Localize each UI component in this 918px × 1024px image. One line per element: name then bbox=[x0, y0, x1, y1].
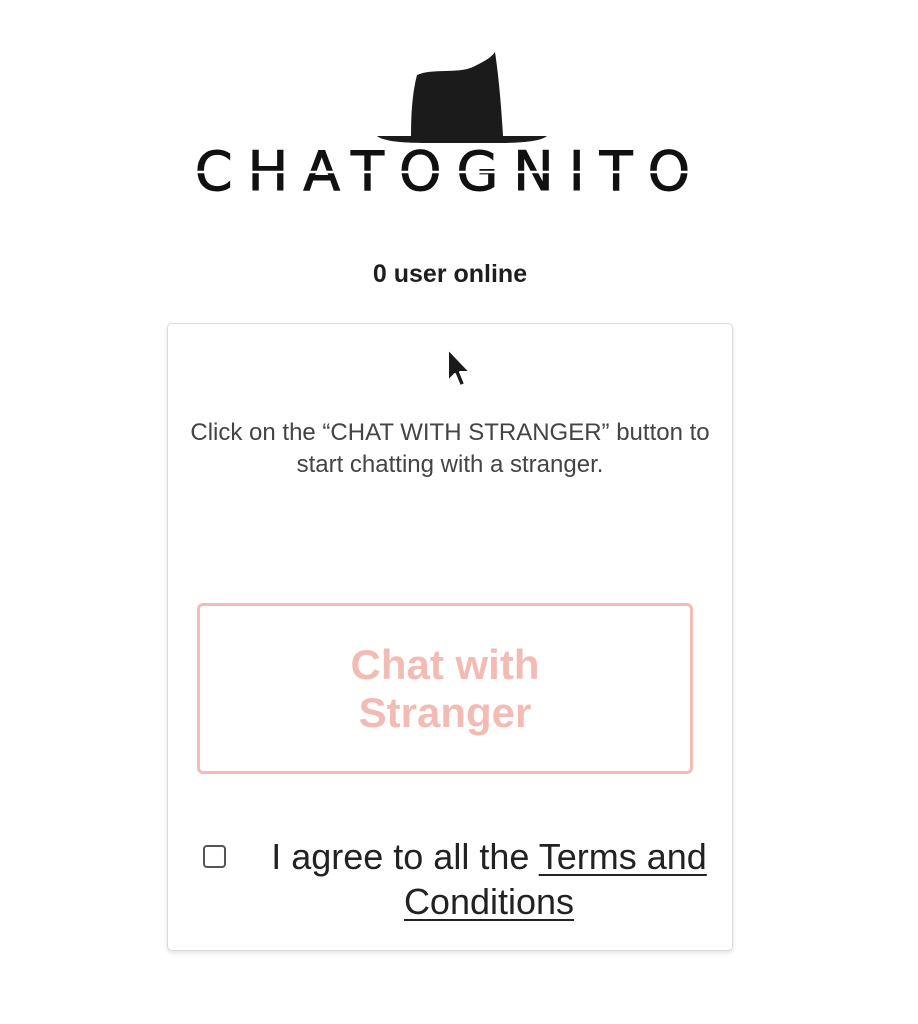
terms-agreement: I agree to all the Terms and Conditions bbox=[201, 834, 731, 934]
mouse-pointer-icon bbox=[447, 348, 471, 387]
terms-checkbox[interactable] bbox=[203, 845, 226, 868]
users-online-count: 0 user online bbox=[372, 260, 528, 288]
chatognito-logo: CHATOGNITO bbox=[195, 50, 705, 200]
chat-button-label: Chat with Stranger bbox=[350, 640, 540, 736]
svg-text:CHATOGNITO: CHATOGNITO bbox=[195, 140, 705, 200]
terms-agreement-text: I agree to all the Terms and Conditions bbox=[249, 834, 729, 924]
instructions-text: Click on the “CHAT WITH STRANGER” button… bbox=[190, 419, 710, 478]
agree-prefix-text: I agree to all the bbox=[271, 836, 539, 877]
hat-logo-icon: CHATOGNITO bbox=[195, 52, 705, 200]
chat-with-stranger-button[interactable]: Chat with Stranger bbox=[197, 603, 693, 774]
landing-page: CHATOGNITO 0 user online Click on the “C… bbox=[0, 0, 918, 1024]
chat-start-card: Click on the “CHAT WITH STRANGER” button… bbox=[167, 323, 733, 951]
